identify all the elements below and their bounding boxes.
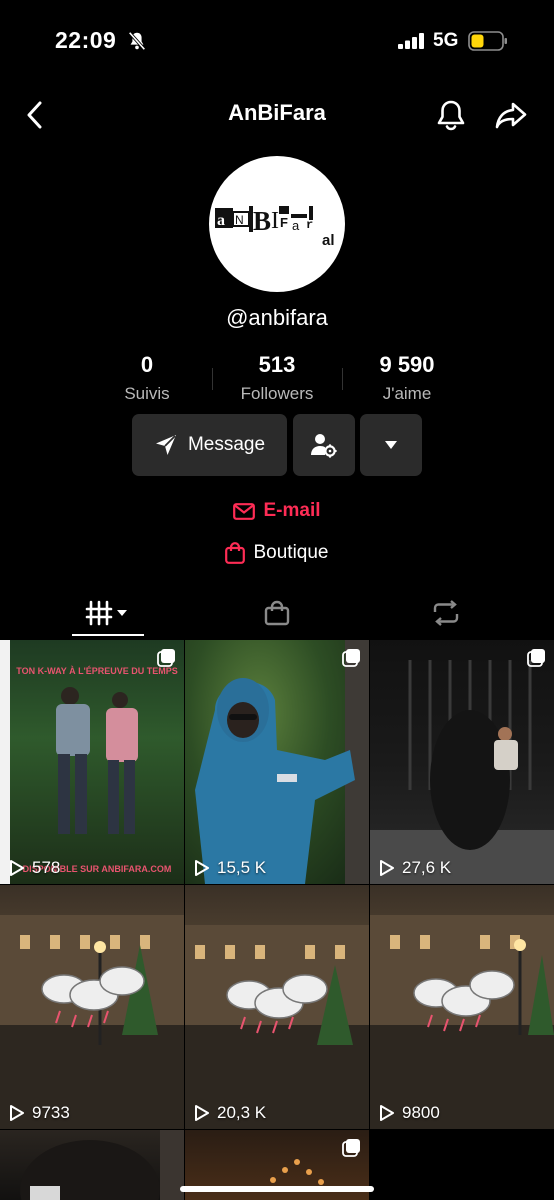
stat-value: 513 [258, 352, 296, 377]
stat-label: Suivis [124, 384, 170, 403]
share-button[interactable] [492, 96, 530, 134]
bell-icon [437, 100, 465, 131]
pinned-icon [342, 649, 360, 667]
stat-label: J'aime [382, 384, 432, 403]
play-icon [10, 1105, 24, 1121]
grid-icon [85, 600, 127, 626]
play-icon [10, 860, 24, 876]
pinned-icon [527, 649, 545, 667]
profile-stats: 0 Suivis 513 Followers 9 590 J'aime [0, 352, 554, 408]
plaza-scene [370, 915, 554, 1129]
bell-slash-icon [128, 31, 146, 51]
video-thumbnail[interactable]: 9800 [370, 885, 554, 1129]
view-count: 9800 [380, 1103, 440, 1123]
tab-reposts[interactable] [354, 590, 538, 636]
tab-shop[interactable] [185, 590, 369, 636]
people-figures [56, 687, 138, 834]
view-count-label: 20,3 K [217, 1103, 267, 1122]
content-tabs [0, 590, 554, 638]
battery-icon [468, 31, 507, 51]
svg-text:a: a [217, 212, 225, 229]
avatar-logo: a N B I F a r al [215, 206, 335, 249]
view-count: 20,3 K [195, 1103, 266, 1123]
street-scene [370, 660, 554, 884]
svg-text:I: I [271, 208, 279, 234]
play-icon [195, 1105, 209, 1121]
stat-likes[interactable]: 9 590 J'aime [347, 352, 467, 404]
view-count-label: 27,6 K [402, 858, 452, 877]
svg-text:a: a [292, 218, 300, 233]
view-count: 15,5 K [195, 858, 266, 878]
stat-value: 0 [140, 352, 154, 377]
thumbnail-preview [20, 1130, 184, 1200]
home-indicator[interactable] [180, 1186, 374, 1192]
user-settings-icon [311, 434, 337, 458]
play-icon [195, 860, 209, 876]
hooded-figure [195, 640, 369, 884]
view-count: 578 [10, 858, 60, 878]
view-count: 27,6 K [380, 858, 451, 878]
share-arrow-icon [495, 102, 527, 129]
status-bar: 22:09 5G [0, 0, 554, 80]
stat-divider [212, 368, 213, 390]
view-count-label: 15,5 K [217, 858, 267, 877]
video-thumbnail[interactable]: 15,5 K [185, 640, 369, 884]
svg-text:N: N [235, 213, 244, 227]
pinned-icon [157, 649, 175, 667]
stat-following[interactable]: 0 Suivis [87, 352, 207, 404]
plaza-scene [185, 925, 369, 1129]
shop-label: Boutique [253, 542, 329, 563]
svg-text:al: al [322, 232, 335, 249]
video-grid: TON K-WAY À L'ÉPREUVE DU TEMPS DISPONIBL… [0, 640, 554, 1200]
view-count-label: 9800 [402, 1103, 440, 1122]
view-count-label: 9733 [32, 1103, 70, 1122]
tab-indicator [72, 634, 144, 636]
stat-label: Followers [240, 384, 314, 403]
view-count-label: 578 [32, 858, 61, 877]
bag-icon [264, 600, 290, 626]
svg-text:F: F [280, 215, 288, 230]
profile-actions: Message [0, 414, 554, 476]
pinned-icon [342, 1139, 360, 1157]
mail-icon [233, 502, 256, 520]
notifications-button[interactable] [432, 96, 470, 134]
svg-text:B: B [253, 206, 271, 236]
repost-icon [433, 600, 459, 626]
video-thumbnail[interactable] [0, 1130, 184, 1200]
send-icon [155, 435, 176, 455]
user-settings-button[interactable] [293, 414, 355, 476]
tab-videos[interactable] [16, 590, 200, 636]
profile-header: AnBiFara [0, 88, 554, 142]
avatar[interactable]: a N B I F a r al [209, 156, 345, 292]
stat-divider [342, 368, 343, 390]
video-thumbnail[interactable]: 20,3 K [185, 885, 369, 1129]
plaza-scene [0, 915, 184, 1129]
message-label: Message [187, 434, 266, 455]
username: @anbifara [226, 305, 328, 330]
more-options-button[interactable] [360, 414, 422, 476]
email-label: E-mail [263, 500, 321, 521]
message-button[interactable]: Message [132, 414, 287, 476]
caret-down-icon [385, 441, 397, 449]
video-thumbnail[interactable]: TON K-WAY À L'ÉPREUVE DU TEMPS DISPONIBL… [0, 640, 184, 884]
svg-text:r: r [306, 218, 313, 232]
stat-followers[interactable]: 513 Followers [217, 352, 337, 404]
stat-value: 9 590 [379, 352, 435, 377]
video-thumbnail[interactable]: 27,6 K [370, 640, 554, 884]
shop-link[interactable]: Boutique [0, 542, 554, 564]
video-thumbnail[interactable]: 9733 [0, 885, 184, 1129]
signal-bars-icon [398, 33, 424, 49]
shopping-bag-icon [225, 542, 246, 564]
play-icon [380, 860, 394, 876]
play-icon [380, 1105, 394, 1121]
email-link[interactable]: E-mail [0, 500, 554, 522]
status-time: 22:09 [55, 27, 117, 53]
network-label: 5G [433, 30, 459, 51]
page-title: AnBiFara [228, 100, 326, 125]
view-count: 9733 [10, 1103, 70, 1123]
